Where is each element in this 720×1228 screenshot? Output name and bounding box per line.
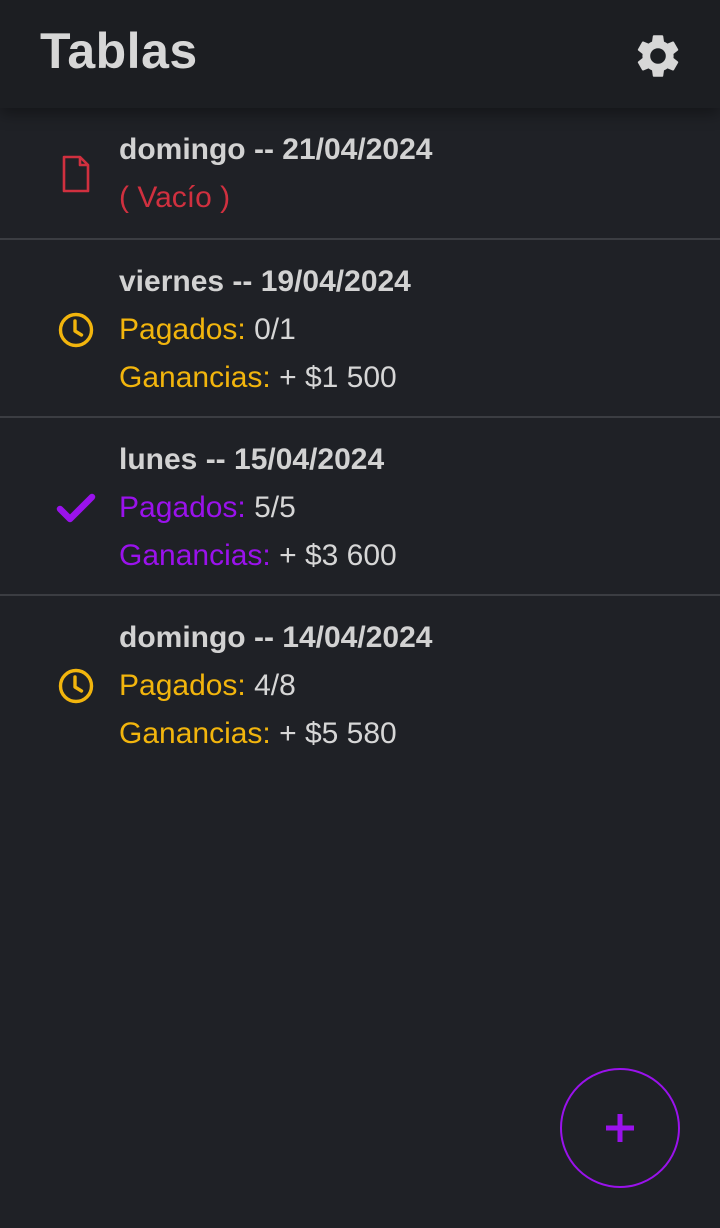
- earnings-label: Ganancias:: [119, 361, 271, 394]
- earnings-label: Ganancias:: [119, 717, 271, 750]
- table-row[interactable]: domingo -- 14/04/2024 Pagados: 4/8 Ganan…: [0, 596, 720, 772]
- earnings-line: Ganancias: + $3 600: [119, 532, 700, 580]
- tables-list: domingo -- 21/04/2024 ( Vacío ) viernes …: [0, 108, 720, 772]
- table-row-content: domingo -- 21/04/2024 ( Vacío ): [119, 126, 700, 222]
- paid-value: 5/5: [254, 491, 296, 524]
- paid-label: Pagados:: [119, 491, 246, 524]
- table-row-content: viernes -- 19/04/2024 Pagados: 0/1 Ganan…: [119, 258, 700, 402]
- paid-line: Pagados: 5/5: [119, 484, 700, 532]
- earnings-value: + $3 600: [279, 539, 397, 572]
- app-root: Tablas domingo -- 21/04/2024 ( Vacío ) v…: [0, 0, 720, 1228]
- checkmark-icon: [56, 488, 96, 528]
- app-header: Tablas: [0, 0, 720, 108]
- clock-icon: [56, 666, 96, 706]
- page-title: Tablas: [40, 23, 198, 79]
- gear-icon[interactable]: [632, 30, 684, 82]
- earnings-line: Ganancias: + $1 500: [119, 354, 700, 402]
- paid-label: Pagados:: [119, 313, 246, 346]
- earnings-line: Ganancias: + $5 580: [119, 710, 700, 758]
- document-icon: [56, 154, 96, 194]
- table-row[interactable]: domingo -- 21/04/2024 ( Vacío ): [0, 108, 720, 240]
- clock-icon: [56, 310, 96, 350]
- empty-label: ( Vacío ): [119, 181, 231, 214]
- earnings-label: Ganancias:: [119, 539, 271, 572]
- paid-line: Pagados: 0/1: [119, 306, 700, 354]
- table-row-content: domingo -- 14/04/2024 Pagados: 4/8 Ganan…: [119, 614, 700, 758]
- paid-value: 0/1: [254, 313, 296, 346]
- table-row[interactable]: lunes -- 15/04/2024 Pagados: 5/5 Gananci…: [0, 418, 720, 596]
- earnings-value: + $5 580: [279, 717, 397, 750]
- table-date: domingo -- 14/04/2024: [119, 621, 433, 654]
- table-date: viernes -- 19/04/2024: [119, 265, 411, 298]
- table-date: lunes -- 15/04/2024: [119, 443, 385, 476]
- table-row[interactable]: viernes -- 19/04/2024 Pagados: 0/1 Ganan…: [0, 240, 720, 418]
- table-date: domingo -- 21/04/2024: [119, 133, 433, 166]
- add-table-button[interactable]: [560, 1068, 680, 1188]
- earnings-value: + $1 500: [279, 361, 397, 394]
- plus-icon: [606, 1114, 634, 1142]
- paid-label: Pagados:: [119, 669, 246, 702]
- paid-line: Pagados: 4/8: [119, 662, 700, 710]
- table-row-content: lunes -- 15/04/2024 Pagados: 5/5 Gananci…: [119, 436, 700, 580]
- paid-value: 4/8: [254, 669, 296, 702]
